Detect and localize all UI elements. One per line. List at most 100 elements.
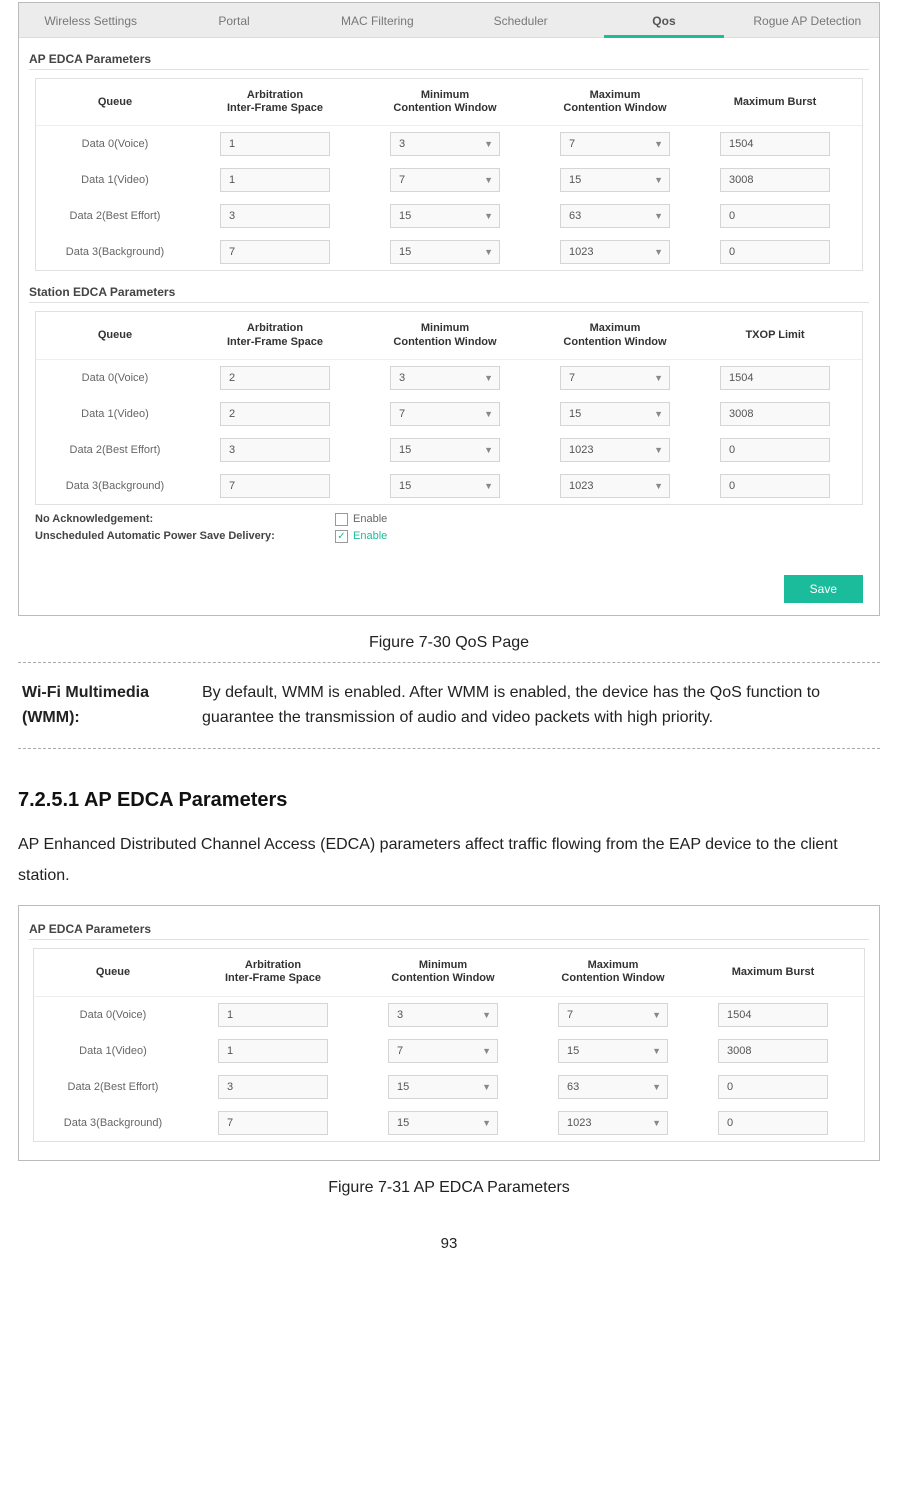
queue-label: Data 1(Video) (40, 174, 190, 186)
column-header: ArbitrationInter-Frame Space (190, 89, 360, 115)
queue-label: Data 2(Best Effort) (38, 1081, 188, 1093)
figure-caption-2: Figure 7-31 AP EDCA Parameters (18, 1179, 880, 1197)
table-row: Data 3(Background)15▼1023▼ (36, 234, 862, 270)
max-cw-select[interactable]: 1023▼ (558, 1111, 668, 1135)
save-button[interactable]: Save (784, 575, 863, 603)
aifs-input[interactable] (220, 240, 330, 264)
min-cw-select[interactable]: 7▼ (388, 1039, 498, 1063)
definition-body: By default, WMM is enabled. After WMM is… (202, 681, 876, 731)
column-header: MinimumContention Window (360, 322, 530, 348)
last-col-input[interactable] (720, 366, 830, 390)
last-col-input[interactable] (720, 438, 830, 462)
max-cw-select[interactable]: 63▼ (558, 1075, 668, 1099)
no-ack-checkbox[interactable] (335, 513, 348, 526)
no-ack-row: No Acknowledgement: Enable (35, 513, 863, 526)
last-col-input[interactable] (718, 1111, 828, 1135)
tab-rogue-ap-detection[interactable]: Rogue AP Detection (736, 3, 879, 37)
max-cw-select[interactable]: 15▼ (558, 1039, 668, 1063)
queue-label: Data 0(Voice) (40, 372, 190, 384)
min-cw-select[interactable]: 15▼ (390, 204, 500, 228)
aifs-input[interactable] (220, 204, 330, 228)
max-cw-select[interactable]: 63▼ (560, 204, 670, 228)
chevron-down-icon: ▼ (484, 373, 493, 383)
aifs-input[interactable] (218, 1039, 328, 1063)
last-col-input[interactable] (720, 132, 830, 156)
max-cw-select[interactable]: 7▼ (560, 132, 670, 156)
min-cw-select[interactable]: 15▼ (390, 474, 500, 498)
column-header: ArbitrationInter-Frame Space (190, 322, 360, 348)
chevron-down-icon: ▼ (652, 1046, 661, 1056)
aifs-input[interactable] (220, 366, 330, 390)
chevron-down-icon: ▼ (482, 1046, 491, 1056)
min-cw-select[interactable]: 3▼ (390, 366, 500, 390)
tab-wireless-settings[interactable]: Wireless Settings (19, 3, 162, 37)
min-cw-select[interactable]: 15▼ (388, 1075, 498, 1099)
table-row: Data 1(Video) 7▼ 15▼ (36, 162, 862, 198)
min-cw-select[interactable]: 7▼ (390, 402, 500, 426)
last-col-input[interactable] (720, 402, 830, 426)
last-col-input[interactable] (718, 1075, 828, 1099)
tab-mac-filtering[interactable]: MAC Filtering (306, 3, 449, 37)
uapsd-enable-label: Enable (353, 530, 387, 542)
chevron-down-icon: ▼ (482, 1118, 491, 1128)
min-cw-select[interactable]: 3▼ (388, 1003, 498, 1027)
ap-edca-screenshot: AP EDCA Parameters QueueArbitrationInter… (18, 905, 880, 1160)
max-cw-select[interactable]: 15▼ (560, 402, 670, 426)
chevron-down-icon: ▼ (652, 1010, 661, 1020)
max-cw-select[interactable]: 7▼ (558, 1003, 668, 1027)
definition-term: Wi-Fi Multimedia (WMM): (22, 681, 202, 731)
min-cw-select[interactable]: 15▼ (390, 438, 500, 462)
min-cw-select[interactable]: 15▼ (390, 240, 500, 264)
aifs-input[interactable] (220, 168, 330, 192)
column-header: MaximumContention Window (530, 322, 700, 348)
max-cw-select[interactable]: 7▼ (560, 366, 670, 390)
table-row: Data 3(Background) 15▼ 1023▼ (36, 468, 862, 504)
chevron-down-icon: ▼ (654, 139, 663, 149)
uapsd-row: Unscheduled Automatic Power Save Deliver… (35, 530, 863, 543)
min-cw-select[interactable]: 7▼ (390, 168, 500, 192)
column-header: Maximum Burst (700, 96, 850, 109)
aifs-input[interactable] (220, 132, 330, 156)
tab-bar: Wireless SettingsPortalMAC FilteringSche… (19, 3, 879, 38)
tab-scheduler[interactable]: Scheduler (449, 3, 592, 37)
aifs-input[interactable] (218, 1075, 328, 1099)
uapsd-label: Unscheduled Automatic Power Save Deliver… (35, 530, 335, 542)
ap-edca-title-2: AP EDCA Parameters (29, 922, 869, 940)
last-col-input[interactable] (720, 168, 830, 192)
aifs-input[interactable] (218, 1003, 328, 1027)
max-cw-select[interactable]: 1023▼ (560, 240, 670, 264)
last-col-input[interactable] (720, 240, 830, 264)
max-cw-select[interactable]: 15▼ (560, 168, 670, 192)
table-row: Data 3(Background) 15▼ 1023▼ (34, 1105, 864, 1141)
section-heading-7-2-5-1: 7.2.5.1 AP EDCA Parameters (18, 789, 880, 812)
uapsd-checkbox[interactable] (335, 530, 348, 543)
queue-label: Data 3(Background) (38, 1117, 188, 1129)
aifs-input[interactable] (220, 402, 330, 426)
chevron-down-icon: ▼ (484, 445, 493, 455)
max-cw-select[interactable]: 1023▼ (560, 474, 670, 498)
column-header: Queue (40, 329, 190, 342)
tab-qos[interactable]: Qos (592, 3, 735, 37)
aifs-input[interactable] (220, 474, 330, 498)
min-cw-select[interactable]: 15▼ (388, 1111, 498, 1135)
column-header: MinimumContention Window (358, 959, 528, 985)
last-col-input[interactable] (720, 474, 830, 498)
max-cw-select[interactable]: 1023▼ (560, 438, 670, 462)
table-row: Data 0(Voice) 3▼ 7▼ (36, 360, 862, 396)
queue-label: Data 3(Background) (40, 480, 190, 492)
aifs-input[interactable] (218, 1111, 328, 1135)
last-col-input[interactable] (718, 1039, 828, 1063)
tab-portal[interactable]: Portal (162, 3, 305, 37)
column-header: MaximumContention Window (530, 89, 700, 115)
chevron-down-icon: ▼ (654, 211, 663, 221)
chevron-down-icon: ▼ (654, 175, 663, 185)
chevron-down-icon: ▼ (654, 445, 663, 455)
aifs-input[interactable] (220, 438, 330, 462)
last-col-input[interactable] (718, 1003, 828, 1027)
table-row: Data 1(Video)7▼15▼ (36, 396, 862, 432)
min-cw-select[interactable]: 3▼ (390, 132, 500, 156)
last-col-input[interactable] (720, 204, 830, 228)
dashed-rule (18, 662, 880, 663)
definition-row-wmm: Wi-Fi Multimedia (WMM): By default, WMM … (18, 673, 880, 739)
table-row: Data 2(Best Effort)15▼63▼ (36, 198, 862, 234)
